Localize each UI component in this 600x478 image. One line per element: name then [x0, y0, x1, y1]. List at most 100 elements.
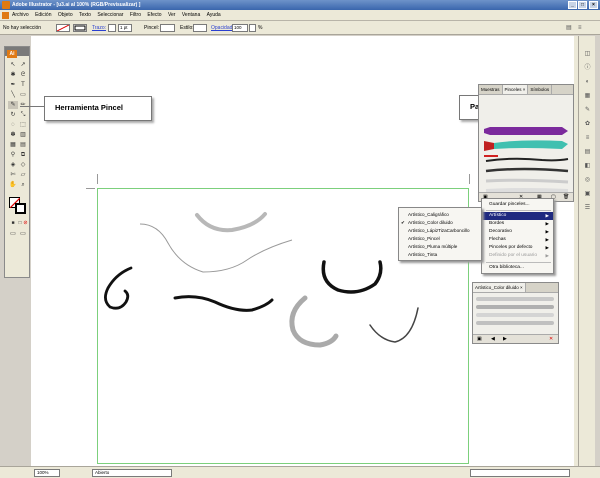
- submenu-item-label: Artístico_Pincel: [408, 236, 440, 241]
- stroke-panel-icon[interactable]: ≡: [582, 134, 593, 143]
- menu-item-artistico[interactable]: Artístico ▶: [482, 212, 553, 220]
- submenu-item-label: Artístico_Tinta: [408, 252, 438, 257]
- fullscreen-mode-icon[interactable]: ▭: [18, 230, 28, 238]
- pencil-tool-icon[interactable]: ✏: [18, 101, 28, 109]
- eyedropper-tool-icon[interactable]: ⚲: [8, 151, 18, 159]
- next-library-icon[interactable]: ▶: [503, 336, 507, 342]
- delete-brush-icon[interactable]: 🗑: [563, 194, 569, 200]
- close-library-icon[interactable]: ✕: [549, 336, 553, 342]
- graph-tool-icon[interactable]: ▥: [18, 131, 28, 139]
- submenu-item-tinta[interactable]: Artístico_Tinta: [399, 251, 481, 259]
- rotate-tool-icon[interactable]: ↻: [8, 111, 18, 119]
- artistico-submenu: Artístico_Caligráfico ✔ Artístico_Color d…: [398, 207, 482, 261]
- graphic-styles-panel-icon[interactable]: ▣: [582, 190, 593, 199]
- black-wave-stroke: [173, 295, 274, 312]
- submenu-arrow-icon: ▶: [545, 213, 549, 218]
- navigator-panel-icon[interactable]: ◫: [582, 50, 593, 59]
- submenu-item-label: Artístico_Color diluido: [408, 220, 453, 225]
- menu-item-otra-biblioteca[interactable]: Otra biblioteca...: [482, 264, 553, 272]
- tab-artistico-color-diluido[interactable]: Artístico_Color diluido ×: [473, 283, 526, 292]
- library-brush-2[interactable]: [476, 305, 554, 309]
- zoom-tool-icon[interactable]: ⌕: [18, 181, 28, 189]
- selection-tool-icon[interactable]: ↖: [8, 61, 18, 69]
- menu-separator: [486, 262, 551, 263]
- menu-item-label: Flechas: [489, 237, 506, 242]
- mesh-tool-icon[interactable]: ▦: [8, 141, 18, 149]
- menu-item-label: Otra biblioteca...: [489, 265, 524, 270]
- color-panel-icon[interactable]: ◐: [582, 78, 593, 87]
- library-menu-icon[interactable]: ▣: [477, 336, 482, 342]
- live-paint-selection-tool-icon[interactable]: ◇: [18, 161, 28, 169]
- warp-tool-icon[interactable]: ◌: [8, 121, 18, 129]
- brush-ribbon-teal: [494, 140, 568, 149]
- checkmark-icon: ✔: [401, 220, 405, 225]
- menu-item-pinceles-por-defecto[interactable]: Pinceles por defecto ▶: [482, 244, 553, 252]
- symbols-panel-icon[interactable]: ✿: [582, 120, 593, 129]
- library-brush-4[interactable]: [476, 321, 554, 325]
- swatches-panel-icon[interactable]: ▦: [582, 92, 593, 101]
- status-field: Abierto: [92, 469, 172, 477]
- callout-herramienta-pincel: Herramienta Pincel: [44, 96, 152, 121]
- symbol-sprayer-tool-icon[interactable]: ✽: [8, 131, 18, 139]
- info-panel-icon[interactable]: ⓘ: [582, 64, 593, 73]
- menu-item-bordes[interactable]: Bordes ▶: [482, 220, 553, 228]
- library-brush-3[interactable]: [476, 313, 554, 317]
- submenu-arrow-icon: ▶: [545, 221, 549, 226]
- submenu-item-label: Artístico_Caligráfico: [408, 212, 449, 217]
- magic-wand-tool-icon[interactable]: ✱: [8, 71, 18, 79]
- previous-library-icon[interactable]: ◀: [491, 336, 495, 342]
- tab-muestras[interactable]: Muestras: [479, 85, 503, 94]
- menu-item-flechas[interactable]: Flechas ▶: [482, 236, 553, 244]
- slice-tool-icon[interactable]: ✄: [8, 171, 18, 179]
- gradient-tool-icon[interactable]: ▤: [18, 141, 28, 149]
- tab-pinceles[interactable]: Pinceles ×: [502, 85, 529, 94]
- gray-arc-stroke: [195, 212, 267, 233]
- menu-item-label: Artístico: [489, 213, 507, 218]
- menu-item-label: Pinceles por defecto: [489, 245, 533, 250]
- line-tool-icon[interactable]: ╲: [8, 91, 18, 99]
- tab-simbolos[interactable]: Símbolos: [528, 85, 553, 94]
- library-brush-1[interactable]: [476, 297, 554, 301]
- stroke-color-box[interactable]: [15, 203, 26, 214]
- brush-arrow-red: [484, 141, 494, 151]
- menu-item-label: Guardar pinceles...: [489, 202, 530, 207]
- blend-tool-icon[interactable]: ⧉: [18, 151, 28, 159]
- brush-library-panel: Artístico_Color diluido × ▣ ◀ ▶ ✕: [472, 282, 559, 344]
- paintbrush-tool-icon[interactable]: ✎: [8, 101, 18, 109]
- eraser-tool-icon[interactable]: ▱: [18, 171, 28, 179]
- zoom-field[interactable]: 100%: [34, 469, 60, 477]
- none-mode-icon[interactable]: ⊘: [22, 219, 29, 227]
- submenu-item-pincel[interactable]: Artístico_Pincel: [399, 235, 481, 243]
- pen-tool-icon[interactable]: ✒: [8, 81, 18, 89]
- library-panel-tabs: Artístico_Color diluido ×: [473, 283, 558, 293]
- horizontal-scrollbar[interactable]: [470, 469, 570, 477]
- submenu-item-color-diluido[interactable]: ✔ Artístico_Color diluido: [399, 219, 481, 227]
- rectangle-tool-icon[interactable]: ▭: [18, 91, 28, 99]
- menu-item-decorativo[interactable]: Decorativo ▶: [482, 228, 553, 236]
- free-transform-tool-icon[interactable]: ⬚: [18, 121, 28, 129]
- brush-library-menu: Guardar pinceles... Artístico ▶ Bordes ▶ D…: [481, 198, 554, 274]
- brushes-panel-icon[interactable]: ✎: [582, 106, 593, 115]
- direct-selection-tool-icon[interactable]: ↗: [18, 61, 28, 69]
- gradient-panel-icon[interactable]: ▤: [582, 148, 593, 157]
- submenu-item-caligrafico[interactable]: Artístico_Caligráfico: [399, 211, 481, 219]
- live-paint-tool-icon[interactable]: ◈: [8, 161, 18, 169]
- lasso-tool-icon[interactable]: ᘓ: [18, 71, 28, 79]
- submenu-arrow-icon: ▶: [545, 237, 549, 242]
- appearance-panel-icon[interactable]: ◎: [582, 176, 593, 185]
- layers-panel-icon[interactable]: ☰: [582, 204, 593, 213]
- illustrator-window: Adobe Illustrator - [u3.ai al 100% (RGB/…: [0, 0, 600, 478]
- menu-separator: [486, 210, 551, 211]
- submenu-item-pluma-multiple[interactable]: Artístico_Pluma múltiple: [399, 243, 481, 251]
- hand-tool-icon[interactable]: ✋: [8, 181, 18, 189]
- scale-tool-icon[interactable]: ⤡: [18, 111, 28, 119]
- menu-item-guardar-pinceles[interactable]: Guardar pinceles...: [482, 201, 553, 209]
- submenu-arrow-icon: ▶: [545, 245, 549, 250]
- type-tool-icon[interactable]: T: [18, 81, 28, 89]
- screen-mode-icon[interactable]: ▭: [8, 230, 18, 238]
- submenu-item-lapiz-tiza-carboncillo[interactable]: Artístico_LápizTizaCarboncillo: [399, 227, 481, 235]
- brush-wash: [485, 188, 569, 193]
- transparency-panel-icon[interactable]: ◧: [582, 162, 593, 171]
- menu-item-label: Bordes: [489, 221, 505, 226]
- gray-c-stroke: [289, 295, 339, 348]
